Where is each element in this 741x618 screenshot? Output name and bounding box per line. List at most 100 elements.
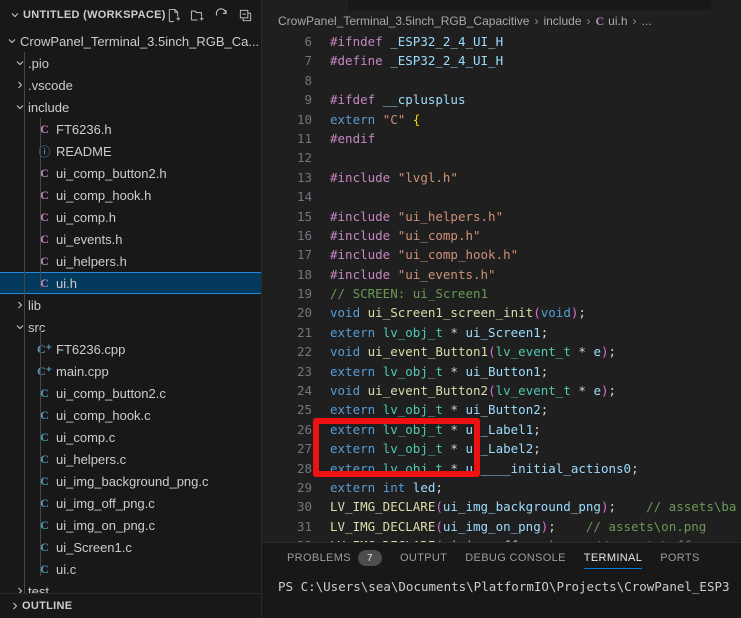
chevron-down-icon	[8, 9, 22, 21]
code-line[interactable]: 30LV_IMG_DECLARE(ui_img_background_png);…	[262, 497, 741, 516]
code-line[interactable]: 27extern lv_obj_t * ui_Label2;	[262, 439, 741, 458]
explorer-header[interactable]: UNTITLED (WORKSPACE)	[0, 0, 261, 30]
editor-tab-active[interactable]	[262, 0, 348, 10]
tree-item-label: ui_comp_hook.h	[56, 188, 151, 203]
tree-item-label: src	[28, 320, 45, 335]
collapse-all-icon[interactable]	[238, 7, 254, 23]
code-line[interactable]: 12	[262, 148, 741, 167]
file-tree[interactable]: CrowPanel_Terminal_3.5inch_RGB_Ca... .pio…	[0, 30, 261, 593]
breadcrumb-project[interactable]: CrowPanel_Terminal_3.5inch_RGB_Capacitiv…	[278, 14, 529, 28]
c-source-icon: C	[36, 452, 53, 467]
code-editor[interactable]: 6#ifndef _ESP32_2_4_UI_H7#define _ESP32_…	[262, 32, 741, 542]
breadcrumb[interactable]: CrowPanel_Terminal_3.5inch_RGB_Capacitiv…	[262, 10, 741, 32]
bottom-panel: PROBLEMS 7 OUTPUTDEBUG CONSOLE TERMINAL PORT…	[262, 542, 741, 618]
tree-item-include[interactable]: include	[0, 96, 261, 118]
chevron-down-icon[interactable]	[12, 101, 28, 113]
code-line[interactable]: 31LV_IMG_DECLARE(ui_img_on_png); // asse…	[262, 517, 741, 536]
c-header-icon: C	[36, 188, 53, 203]
breadcrumb-more[interactable]: ...	[642, 14, 652, 28]
code-line-text: void ui_event_Button1(lv_event_t * e);	[330, 342, 741, 361]
code-line-text: #include "ui_events.h"	[330, 265, 741, 284]
panel-tab-terminal[interactable]: TERMINAL	[575, 543, 651, 573]
cpp-icon: C⁺	[36, 342, 53, 357]
code-line[interactable]: 8	[262, 71, 741, 90]
breadcrumb-separator: ›	[633, 14, 637, 28]
line-number: 7	[262, 51, 330, 70]
code-line[interactable]: 13#include "lvgl.h"	[262, 168, 741, 187]
tree-item-label: ui_img_off_png.c	[56, 496, 155, 511]
explorer-sidebar: UNTITLED (WORKSPACE)	[0, 0, 262, 618]
breadcrumb-folder[interactable]: include	[543, 14, 581, 28]
cpp-icon: C⁺	[36, 364, 53, 379]
code-line[interactable]: 16#include "ui_comp.h"	[262, 226, 741, 245]
code-line[interactable]: 9#ifdef __cplusplus	[262, 90, 741, 109]
outline-section-header[interactable]: OUTLINE	[0, 593, 261, 618]
code-line[interactable]: 24void ui_event_Button2(lv_event_t * e);	[262, 381, 741, 400]
chevron-down-icon[interactable]	[12, 57, 28, 69]
code-line[interactable]: 18#include "ui_events.h"	[262, 265, 741, 284]
tree-item-label: ui_helpers.h	[56, 254, 127, 269]
tree-item-label: CrowPanel_Terminal_3.5inch_RGB_Ca...	[20, 34, 259, 49]
chevron-right-icon[interactable]	[12, 299, 28, 311]
code-line[interactable]: 17#include "ui_comp_hook.h"	[262, 245, 741, 264]
code-line[interactable]: 21extern lv_obj_t * ui_Screen1;	[262, 323, 741, 342]
code-line[interactable]: 10extern "C" {	[262, 110, 741, 129]
line-number: 16	[262, 226, 330, 245]
code-line[interactable]: 26extern lv_obj_t * ui_Label1;	[262, 420, 741, 439]
new-folder-icon[interactable]	[190, 7, 206, 23]
code-line[interactable]: 25extern lv_obj_t * ui_Button2;	[262, 400, 741, 419]
code-line[interactable]: 15#include "ui_helpers.h"	[262, 207, 741, 226]
tree-item--pio[interactable]: .pio	[0, 52, 261, 74]
breadcrumb-file[interactable]: ui.h	[608, 14, 627, 28]
tree-item-label: test	[28, 584, 49, 594]
code-line[interactable]: 29extern int led;	[262, 478, 741, 497]
chevron-right-icon[interactable]	[12, 585, 28, 593]
panel-tab-label: PROBLEMS	[287, 552, 351, 564]
problems-count-badge: 7	[358, 550, 382, 566]
c-source-icon: C	[36, 474, 53, 489]
code-line[interactable]: 28extern lv_obj_t * ui____initial_action…	[262, 459, 741, 478]
code-line-text: #define _ESP32_2_4_UI_H	[330, 51, 741, 70]
terminal-output[interactable]: PS C:\Users\sea\Documents\PlatformIO\Pro…	[262, 573, 741, 618]
code-line-text: extern lv_obj_t * ui_Label2;	[330, 439, 741, 458]
refresh-icon[interactable]	[214, 7, 230, 23]
chevron-down-icon[interactable]	[4, 35, 20, 47]
tree-item-crowpanel-terminal-3-5inch-rgb-ca-[interactable]: CrowPanel_Terminal_3.5inch_RGB_Ca...	[0, 30, 261, 52]
tree-item-label: .vscode	[28, 78, 73, 93]
code-line-text: void ui_Screen1_screen_init(void);	[330, 303, 741, 322]
editor-actions-stub[interactable]	[711, 0, 741, 10]
tree-item-label: ui_comp_button2.h	[56, 166, 167, 181]
panel-tab-debug-console[interactable]: DEBUG CONSOLE	[456, 543, 575, 573]
code-line[interactable]: 32LV_IMG_DECLARE(ui_img_off_png); // ass…	[262, 536, 741, 542]
indent-guide	[40, 118, 41, 288]
code-line[interactable]: 6#ifndef _ESP32_2_4_UI_H	[262, 32, 741, 51]
code-line[interactable]: 19// SCREEN: ui_Screen1	[262, 284, 741, 303]
code-line-text: // SCREEN: ui_Screen1	[330, 284, 741, 303]
code-line[interactable]: 22void ui_event_Button1(lv_event_t * e);	[262, 342, 741, 361]
tree-item--vscode[interactable]: .vscode	[0, 74, 261, 96]
tree-item-test[interactable]: test	[0, 580, 261, 593]
tree-item-lib[interactable]: lib	[0, 294, 261, 316]
line-number: 10	[262, 110, 330, 129]
c-header-icon: C	[36, 122, 53, 137]
code-line[interactable]: 14	[262, 187, 741, 206]
new-file-icon[interactable]	[166, 7, 182, 23]
panel-tab-problems[interactable]: PROBLEMS 7	[278, 543, 391, 573]
chevron-down-icon[interactable]	[12, 321, 28, 333]
panel-tab-output[interactable]: OUTPUT	[391, 543, 456, 573]
panel-tab-ports[interactable]: PORTS	[651, 543, 708, 573]
line-number: 17	[262, 245, 330, 264]
code-lines[interactable]: 6#ifndef _ESP32_2_4_UI_H7#define _ESP32_…	[262, 32, 741, 542]
code-line[interactable]: 7#define _ESP32_2_4_UI_H	[262, 51, 741, 70]
code-line[interactable]: 23extern lv_obj_t * ui_Button1;	[262, 362, 741, 381]
code-line[interactable]: 11#endif	[262, 129, 741, 148]
editor-tab-bar[interactable]	[262, 0, 741, 10]
line-number: 6	[262, 32, 330, 51]
line-number: 20	[262, 303, 330, 322]
chevron-right-icon[interactable]	[12, 79, 28, 91]
code-line[interactable]: 20void ui_Screen1_screen_init(void);	[262, 303, 741, 322]
panel-tab-label: TERMINAL	[584, 552, 642, 564]
code-line-text: #include "ui_comp_hook.h"	[330, 245, 741, 264]
panel-tab-list[interactable]: PROBLEMS 7 OUTPUTDEBUG CONSOLE TERMINAL PORT…	[262, 543, 741, 573]
line-number: 26	[262, 420, 330, 439]
